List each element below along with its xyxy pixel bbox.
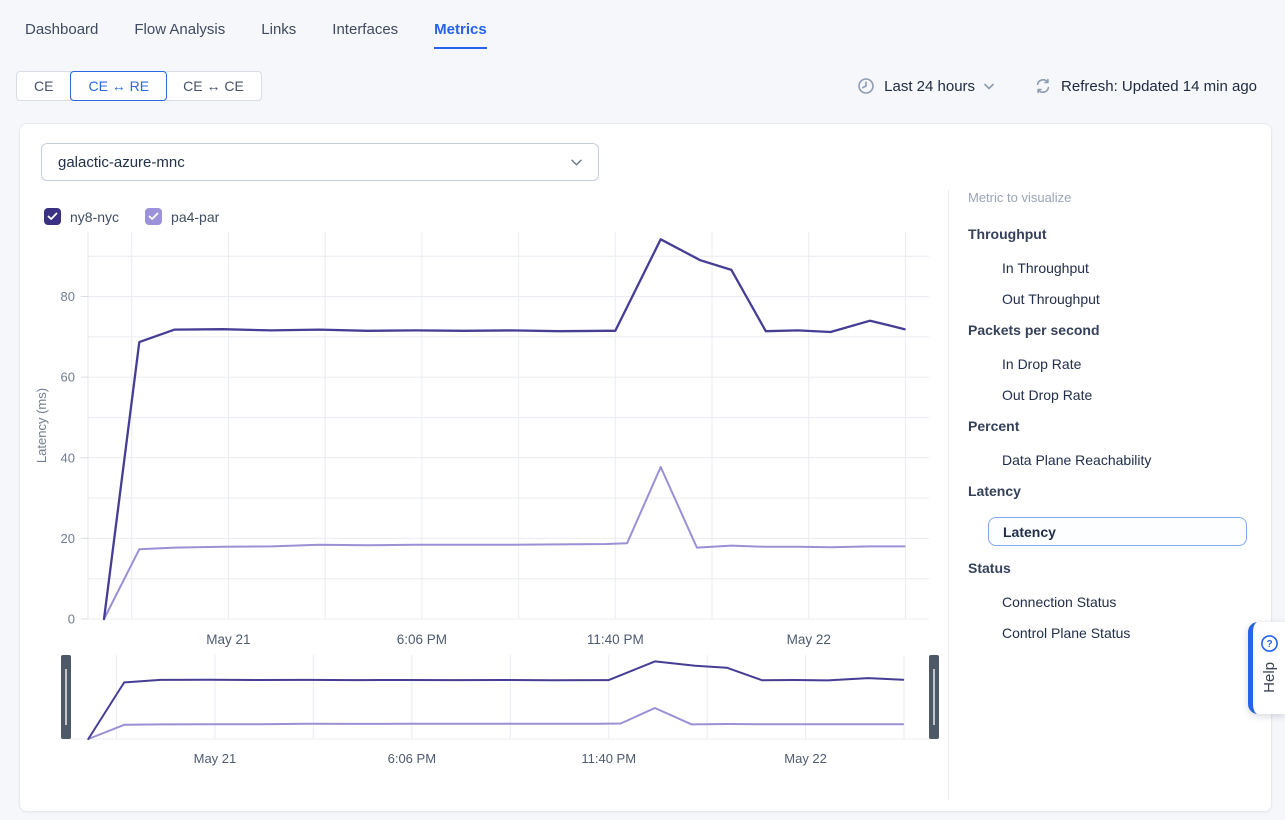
svg-text:60: 60 [61, 370, 75, 385]
legend-item-pa4-par: pa4-par [145, 208, 219, 225]
metric-group-header: Percent [968, 418, 1268, 434]
svg-text:May 22: May 22 [787, 632, 831, 647]
refresh-button[interactable]: Refresh: Updated 14 min ago [1034, 77, 1257, 95]
overview-series-pa4-par-line [88, 708, 903, 739]
device-select-value: galactic-azure-mnc [58, 154, 185, 171]
metric-item-data-plane-reachability[interactable]: Data Plane Reachability [968, 452, 1268, 468]
svg-text:?: ? [1266, 639, 1272, 650]
metrics-page: Dashboard Flow Analysis Links Interfaces… [0, 0, 1285, 820]
svg-text:11:40 PM: 11:40 PM [587, 632, 644, 647]
toolbar-right: Last 24 hours Refresh: Updated 14 min ag… [857, 71, 1257, 101]
metrics-card: galactic-azure-mnc ny8-nyc pa4-par 0 20 40… [19, 123, 1272, 812]
svg-text:20: 20 [61, 531, 75, 546]
metric-group-percent: Percent Data Plane Reachability [968, 418, 1268, 468]
metric-item-in-drop-rate[interactable]: In Drop Rate [968, 356, 1268, 372]
scope-option-ce-ce[interactable]: CE ↔ CE [166, 72, 261, 100]
svg-text:Latency (ms): Latency (ms) [34, 388, 49, 463]
series-legend: ny8-nyc pa4-par [44, 208, 219, 225]
metric-group-header: Packets per second [968, 322, 1268, 338]
metric-item-connection-status[interactable]: Connection Status [968, 594, 1268, 610]
svg-text:40: 40 [61, 450, 75, 465]
svg-text:11:40 PM: 11:40 PM [581, 751, 636, 766]
metric-group-header: Throughput [968, 226, 1268, 242]
scope-option-ce-re[interactable]: CE ↔ RE [70, 71, 167, 101]
tab-flow-analysis[interactable]: Flow Analysis [134, 21, 225, 49]
svg-text:May 21: May 21 [206, 632, 250, 647]
device-select[interactable]: galactic-azure-mnc [41, 143, 599, 181]
svg-text:6:06 PM: 6:06 PM [397, 632, 447, 647]
metric-group-throughput: Throughput In Throughput Out Throughput [968, 226, 1268, 307]
time-range-label: Last 24 hours [884, 78, 975, 95]
svg-text:0: 0 [68, 612, 75, 627]
svg-text:May 22: May 22 [784, 751, 827, 766]
tab-interfaces[interactable]: Interfaces [332, 21, 398, 49]
legend-label: pa4-par [171, 209, 219, 225]
svg-text:80: 80 [61, 289, 75, 304]
legend-checkbox-ny8-nyc[interactable] [44, 208, 61, 225]
scope-option-ce[interactable]: CE [17, 72, 71, 100]
refresh-icon [1034, 77, 1052, 95]
sidebar-title: Metric to visualize [968, 190, 1268, 205]
metric-item-control-plane-status[interactable]: Control Plane Status [968, 625, 1268, 641]
svg-text:May 21: May 21 [194, 751, 237, 766]
question-mark-icon: ? [1260, 634, 1279, 653]
metric-group-latency: Latency Latency [968, 483, 1268, 546]
metric-group-header: Latency [968, 483, 1268, 499]
legend-item-ny8-nyc: ny8-nyc [44, 208, 119, 225]
help-label: Help [1261, 662, 1278, 693]
metric-group-pps: Packets per second In Drop Rate Out Drop… [968, 322, 1268, 403]
metric-item-latency-selected[interactable]: Latency [988, 517, 1247, 546]
latency-overview-chart: May 21 6:06 PM 11:40 PM May 22 [28, 647, 948, 777]
sidebar-divider [948, 190, 949, 800]
chevron-down-icon [984, 83, 994, 90]
metric-sidebar: Metric to visualize Throughput In Throug… [968, 190, 1268, 656]
metric-group-header: Status [968, 560, 1268, 576]
legend-checkbox-pa4-par[interactable] [145, 208, 162, 225]
svg-text:6:06 PM: 6:06 PM [388, 751, 436, 766]
metric-group-status: Status Connection Status Control Plane S… [968, 560, 1268, 641]
legend-label: ny8-nyc [70, 209, 119, 225]
time-range-dropdown[interactable]: Last 24 hours [857, 77, 994, 95]
overview-series-ny8-nyc-line [88, 661, 903, 739]
series-pa4-par-line [104, 467, 905, 619]
help-button[interactable]: ? Help [1248, 622, 1285, 714]
metric-item-in-throughput[interactable]: In Throughput [968, 260, 1268, 276]
tab-metrics[interactable]: Metrics [434, 21, 487, 49]
metric-item-out-throughput[interactable]: Out Throughput [968, 291, 1268, 307]
refresh-status-label: Refresh: Updated 14 min ago [1061, 78, 1257, 95]
scope-toggle-group: CE CE ↔ RE CE ↔ CE [16, 71, 262, 101]
clock-icon [857, 77, 875, 95]
top-nav: Dashboard Flow Analysis Links Interfaces… [25, 21, 487, 49]
tab-dashboard[interactable]: Dashboard [25, 21, 98, 49]
tab-links[interactable]: Links [261, 21, 296, 49]
chevron-down-icon [571, 159, 582, 166]
latency-chart: 0 20 40 60 80 May 21 6:06 PM 11:40 PM May 22 Late… [28, 224, 948, 669]
metric-item-out-drop-rate[interactable]: Out Drop Rate [968, 387, 1268, 403]
